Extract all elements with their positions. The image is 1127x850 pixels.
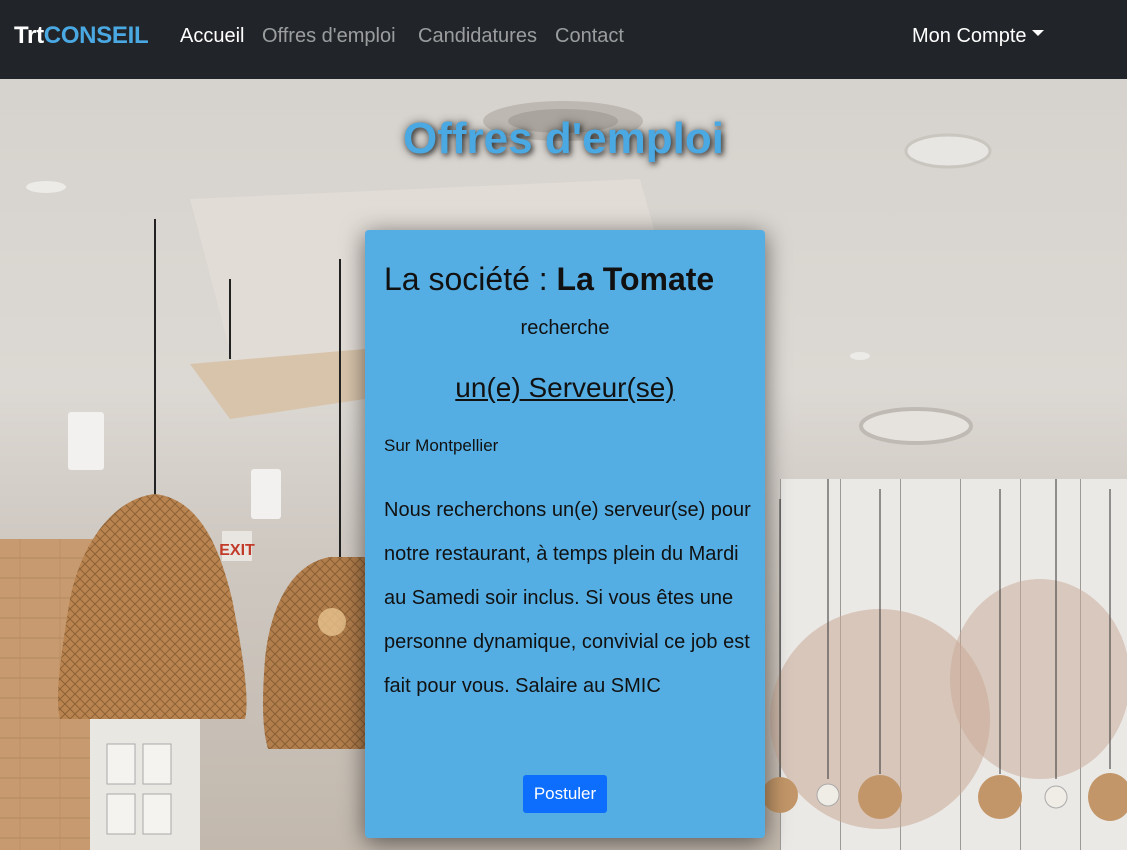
- nav-link-offres[interactable]: Offres d'emploi: [262, 24, 396, 48]
- company-prefix: La société :: [384, 261, 557, 297]
- navbar: TrtCONSEIL Accueil Offres d'emploi Candi…: [0, 0, 1127, 79]
- brand-logo[interactable]: TrtCONSEIL: [14, 22, 149, 50]
- company-line: La société : La Tomate: [384, 260, 714, 298]
- nav-link-candidatures[interactable]: Candidatures: [418, 24, 537, 48]
- location-text: Sur Montpellier: [384, 436, 499, 455]
- position-title: un(e) Serveur(se): [455, 372, 675, 403]
- account-dropdown[interactable]: Mon Compte: [912, 24, 1044, 48]
- company-name: La Tomate: [556, 261, 715, 297]
- brand-part-2: CONSEIL: [43, 22, 149, 49]
- account-label: Mon Compte: [912, 25, 1027, 47]
- svg-text:EXIT: EXIT: [219, 542, 255, 559]
- nav-link-accueil[interactable]: Accueil: [180, 24, 244, 48]
- page-title: Offres d'emploi: [403, 114, 724, 163]
- apply-button[interactable]: Postuler: [523, 775, 607, 813]
- brand-part-1: Trt: [14, 22, 44, 49]
- caret-down-icon: [1031, 30, 1044, 36]
- nav-link-contact[interactable]: Contact: [555, 24, 624, 48]
- search-label: recherche: [520, 317, 610, 339]
- job-description: Nous recherchons un(e) serveur(se) pour …: [384, 499, 751, 697]
- job-offer-card: La société : La Tomate recherche un(e) S…: [365, 230, 765, 838]
